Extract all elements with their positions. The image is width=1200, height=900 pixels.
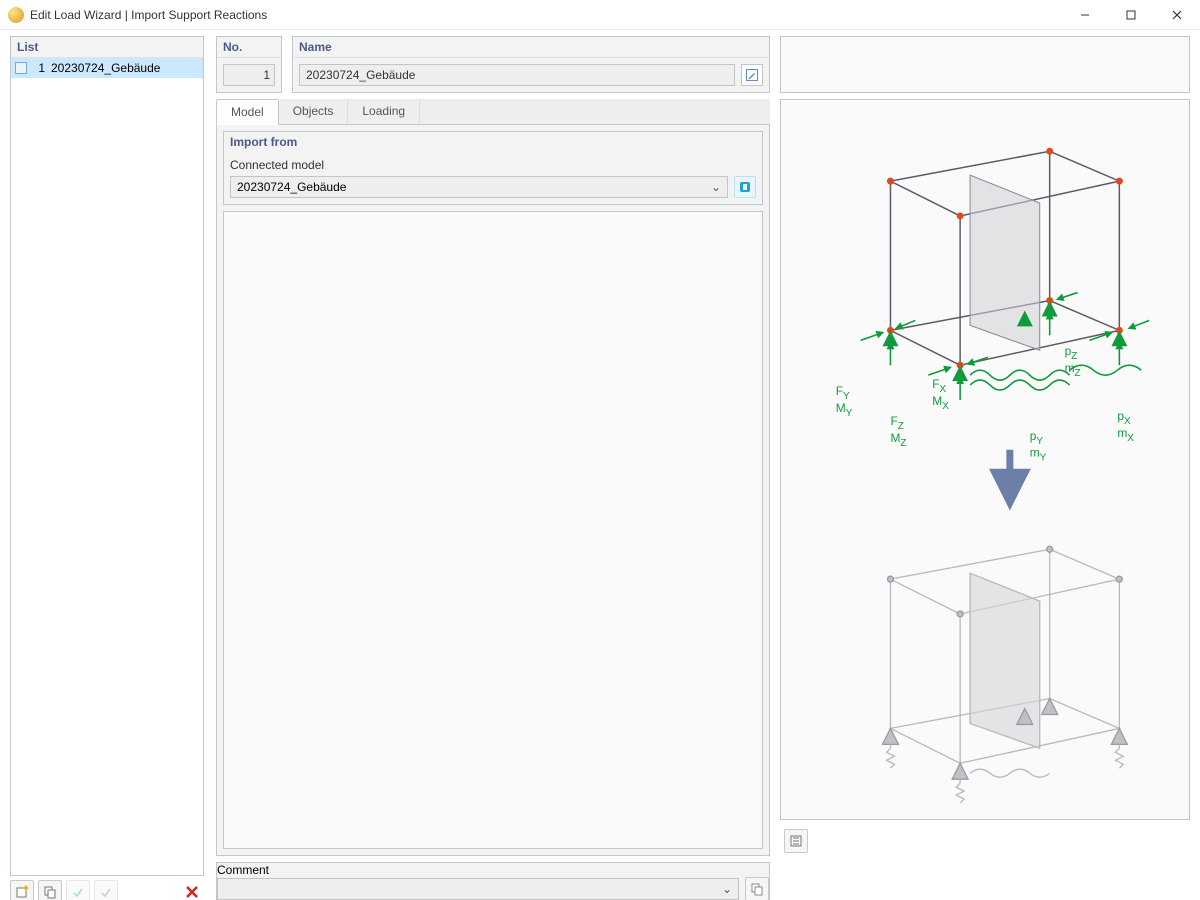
svg-text:mX: mX	[1117, 426, 1134, 444]
edit-name-button[interactable]	[741, 64, 763, 86]
import-from-header: Import from	[224, 132, 762, 152]
comment-panel: Comment ⌄	[216, 862, 770, 900]
comment-combo[interactable]: ⌄	[217, 878, 739, 900]
tab-objects[interactable]: Objects	[279, 99, 349, 124]
connected-model-label: Connected model	[230, 158, 756, 172]
no-label: No.	[217, 37, 281, 58]
new-item-button[interactable]	[10, 880, 34, 900]
no-input[interactable]	[223, 64, 275, 86]
list-header: List	[11, 37, 203, 58]
tab-content-model: Import from Connected model 20230724_Geb…	[216, 125, 770, 856]
tab-loading[interactable]: Loading	[348, 99, 420, 124]
name-input[interactable]	[299, 64, 735, 86]
name-label: Name	[293, 37, 769, 58]
preview-header-blank	[780, 36, 1190, 93]
minimize-button[interactable]	[1062, 0, 1108, 30]
svg-text:pX: pX	[1117, 409, 1131, 427]
svg-text:pY: pY	[1030, 429, 1044, 447]
import-from-panel: Import from Connected model 20230724_Geb…	[223, 131, 763, 205]
connected-model-action-button[interactable]	[734, 176, 756, 198]
comment-library-button[interactable]	[745, 877, 769, 900]
close-button[interactable]	[1154, 0, 1200, 30]
svg-text:mZ: mZ	[1065, 361, 1081, 379]
comment-label: Comment	[217, 863, 769, 877]
copy-item-button[interactable]	[38, 880, 62, 900]
title-bar: Edit Load Wizard | Import Support Reacti…	[0, 0, 1200, 30]
preview-toolbar	[780, 826, 1190, 856]
list-item-number: 1	[33, 61, 45, 75]
preview-panel[interactable]: FY MY FZ MZ FX MX pZ mZ pY mY pX mX	[780, 99, 1190, 820]
list-item-icon	[15, 62, 27, 74]
connected-model-value: 20230724_Gebäude	[237, 180, 346, 194]
svg-text:FY: FY	[836, 384, 850, 402]
svg-text:FZ: FZ	[890, 414, 903, 432]
tab-model[interactable]: Model	[216, 99, 279, 125]
list-item-name: 20230724_Gebäude	[51, 61, 199, 75]
tab-content-body	[223, 211, 763, 849]
list-panel: List 1 20230724_Gebäude	[10, 36, 204, 876]
maximize-button[interactable]	[1108, 0, 1154, 30]
preview-svg: FY MY FZ MZ FX MX pZ mZ pY mY pX mX	[781, 100, 1189, 819]
window-title: Edit Load Wizard | Import Support Reacti…	[30, 8, 267, 22]
svg-text:MX: MX	[932, 394, 949, 412]
left-column: List 1 20230724_Gebäude	[0, 30, 210, 900]
tabs-bar: Model Objects Loading	[216, 99, 770, 125]
list-body[interactable]: 1 20230724_Gebäude	[11, 58, 203, 875]
connected-model-combo[interactable]: 20230724_Gebäude ⌄	[230, 176, 728, 198]
delete-item-button[interactable]	[180, 880, 204, 900]
checkin-button	[66, 880, 90, 900]
svg-text:FX: FX	[932, 377, 946, 395]
no-panel: No.	[216, 36, 282, 93]
svg-text:mY: mY	[1030, 446, 1047, 464]
chevron-down-icon: ⌄	[722, 882, 732, 896]
list-toolbar	[10, 876, 204, 900]
name-panel: Name	[292, 36, 770, 93]
chevron-down-icon: ⌄	[711, 180, 721, 194]
checkout-button	[94, 880, 118, 900]
list-item[interactable]: 1 20230724_Gebäude	[11, 58, 203, 78]
main-area: No. Name Model Obje	[210, 30, 1200, 900]
app-icon	[8, 7, 24, 23]
svg-text:pZ: pZ	[1065, 344, 1078, 362]
svg-text:MY: MY	[836, 401, 853, 419]
tabs-area: Model Objects Loading Import from Connec…	[216, 99, 770, 856]
svg-text:MZ: MZ	[890, 431, 906, 449]
preview-settings-button[interactable]	[784, 829, 808, 853]
